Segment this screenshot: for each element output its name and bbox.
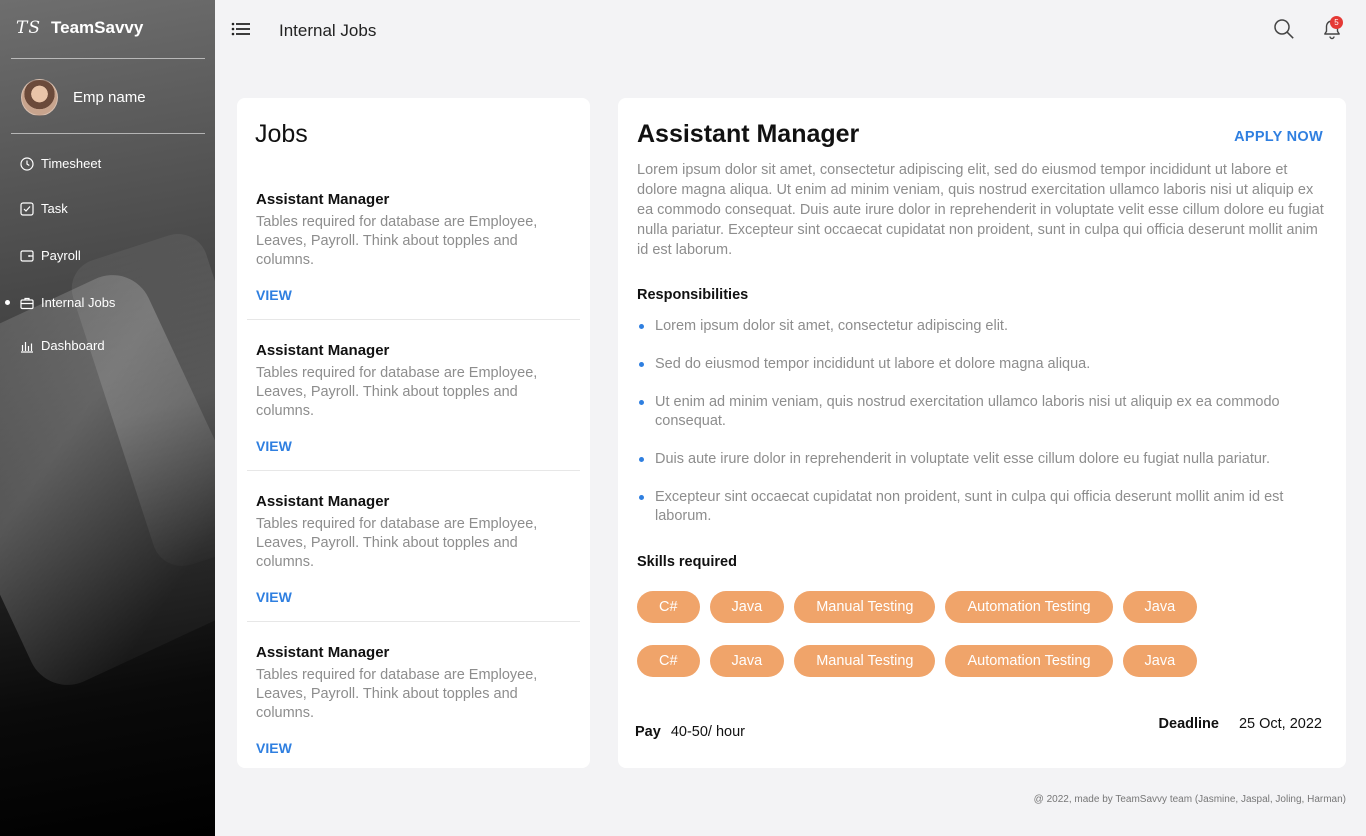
sidebar-item-label: Task [41, 201, 68, 216]
deadline-value: 25 Oct, 2022 [1238, 716, 1322, 732]
job-list-item[interactable]: Assistant Manager Tables required for da… [247, 342, 580, 456]
responsibility-item: Duis aute irure dolor in reprehenderit i… [637, 450, 1325, 469]
active-indicator-dot [5, 300, 10, 305]
sidebar-divider [11, 58, 205, 59]
deadline-label: Deadline [1158, 716, 1219, 732]
job-description: Tables required for database are Employe… [256, 214, 538, 268]
skill-chip[interactable]: Automation Testing [945, 591, 1113, 623]
view-button[interactable]: VIEW [256, 287, 292, 303]
job-description: Tables required for database are Employe… [256, 365, 538, 419]
sidebar-item-label: Timesheet [41, 156, 102, 171]
sidebar: TS TeamSavvy Emp name Timesheet Task Pay… [0, 0, 215, 836]
job-description: Tables required for database are Employe… [256, 667, 538, 721]
menu-toggle-button[interactable] [231, 20, 251, 38]
sidebar-divider [11, 133, 205, 134]
job-detail-card: Assistant Manager APPLY NOW Lorem ipsum … [618, 98, 1346, 768]
job-list-item[interactable]: Assistant Manager Tables required for da… [247, 493, 580, 607]
clock-icon [19, 156, 34, 171]
skills-heading: Skills required [637, 554, 737, 570]
skill-chip[interactable]: C# [637, 591, 700, 623]
payroll-icon [19, 248, 34, 263]
pay-value: 40-50/ hour [670, 724, 745, 740]
profile-name: Emp name [73, 89, 146, 106]
checkbox-icon [19, 201, 34, 216]
job-divider [247, 470, 580, 471]
jobs-card: Jobs Assistant Manager Tables required f… [237, 98, 590, 768]
sidebar-item-label: Payroll [41, 248, 81, 263]
chart-icon [19, 338, 34, 353]
job-title: Assistant Manager [256, 191, 390, 208]
view-button[interactable]: VIEW [256, 589, 292, 605]
list-menu-icon [231, 22, 250, 36]
pay-info: Pay 40-50/ hour [635, 724, 745, 740]
skills-row: C# Java Manual Testing Automation Testin… [637, 591, 1207, 623]
job-title: Assistant Manager [256, 644, 390, 661]
responsibilities-heading: Responsibilities [637, 287, 749, 303]
brand-logo: TS [16, 18, 41, 38]
view-button[interactable]: VIEW [256, 740, 292, 756]
sidebar-item-label: Dashboard [41, 338, 105, 353]
job-detail-description: Lorem ipsum dolor sit amet, consectetur … [637, 162, 1324, 258]
pay-label: Pay [635, 724, 661, 740]
briefcase-icon [19, 295, 34, 310]
apply-now-button[interactable]: APPLY NOW [1234, 129, 1323, 145]
responsibilities-list: Lorem ipsum dolor sit amet, consectetur … [637, 317, 1325, 545]
skills-row: C# Java Manual Testing Automation Testin… [637, 645, 1207, 677]
job-description: Tables required for database are Employe… [256, 516, 538, 570]
sidebar-item-label: Internal Jobs [41, 295, 116, 310]
job-title: Assistant Manager [256, 342, 390, 359]
jobs-title: Jobs [255, 120, 308, 148]
responsibility-item: Ut enim ad minim veniam, quis nostrud ex… [637, 393, 1325, 431]
skill-chip[interactable]: Java [1122, 645, 1198, 677]
brand[interactable]: TS TeamSavvy [16, 18, 143, 38]
search-button[interactable] [1273, 18, 1295, 40]
search-icon [1274, 19, 1294, 39]
job-divider [247, 319, 580, 320]
job-detail-title: Assistant Manager [637, 120, 860, 148]
job-list-item[interactable]: Assistant Manager Tables required for da… [247, 191, 580, 305]
view-button[interactable]: VIEW [256, 438, 292, 454]
sidebar-item-dashboard[interactable]: Dashboard [19, 338, 105, 353]
brand-name: TeamSavvy [51, 18, 144, 37]
skill-chip[interactable]: Java [709, 591, 785, 623]
responsibility-item: Sed do eiusmod tempor incididunt ut labo… [637, 355, 1325, 374]
sidebar-item-internal-jobs[interactable]: Internal Jobs [19, 295, 115, 310]
skill-chip[interactable]: Manual Testing [794, 591, 936, 623]
page-title: Internal Jobs [279, 21, 377, 40]
responsibility-item: Lorem ipsum dolor sit amet, consectetur … [637, 317, 1325, 336]
sidebar-item-task[interactable]: Task [19, 201, 68, 216]
sidebar-item-timesheet[interactable]: Timesheet [19, 156, 101, 171]
job-title: Assistant Manager [256, 493, 390, 510]
skill-chip[interactable]: Automation Testing [945, 645, 1113, 677]
profile[interactable]: Emp name [21, 79, 146, 116]
skill-chip[interactable]: Java [709, 645, 785, 677]
skill-chip[interactable]: C# [637, 645, 700, 677]
sidebar-item-payroll[interactable]: Payroll [19, 248, 81, 263]
avatar [21, 79, 58, 116]
notification-badge: 5 [1330, 16, 1343, 29]
deadline-info: Deadline 25 Oct, 2022 [1159, 716, 1322, 732]
responsibility-item: Excepteur sint occaecat cupidatat non pr… [637, 488, 1325, 526]
job-list-item[interactable]: Assistant Manager Tables required for da… [247, 644, 580, 758]
skill-chip[interactable]: Manual Testing [794, 645, 936, 677]
skill-chip[interactable]: Java [1122, 591, 1198, 623]
job-divider [247, 621, 580, 622]
footer-credits: @ 2022, made by TeamSavvy team (Jasmine,… [1033, 794, 1346, 805]
